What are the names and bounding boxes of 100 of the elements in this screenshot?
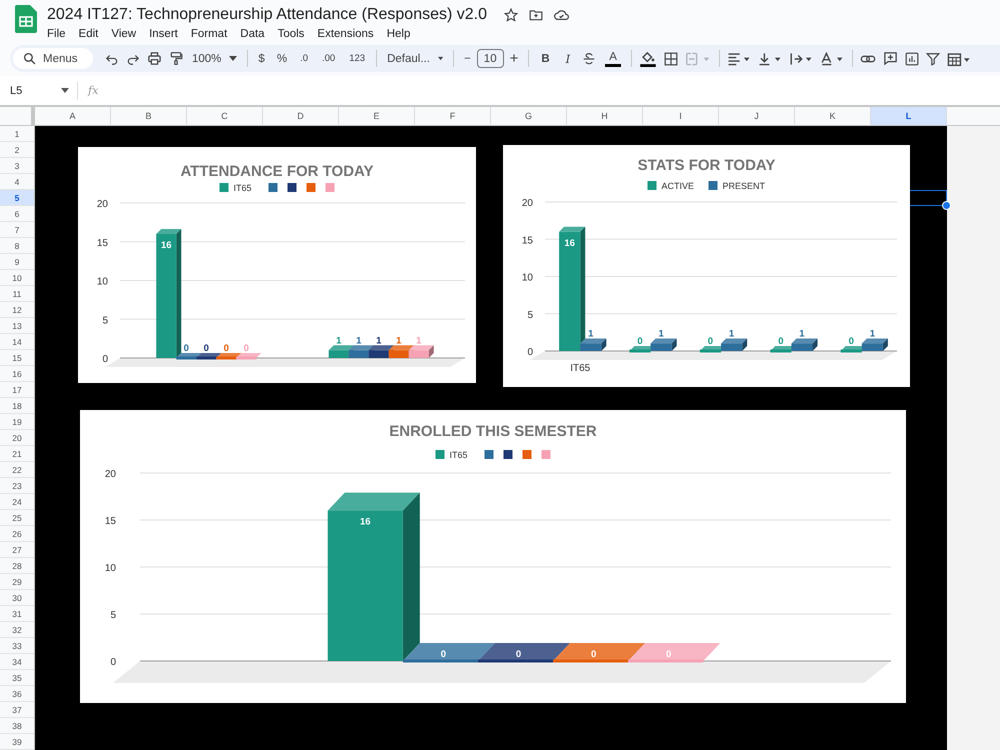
- row-header[interactable]: 7: [0, 222, 34, 238]
- menu-item[interactable]: Format: [190, 28, 228, 40]
- data-label: 0: [666, 649, 672, 660]
- row-header[interactable]: 17: [0, 382, 34, 398]
- currency-format-button[interactable]: $: [252, 48, 271, 70]
- row-header[interactable]: 21: [0, 446, 34, 462]
- increase-font-size-button[interactable]: +: [504, 48, 524, 70]
- font-dropdown[interactable]: Defaul...: [381, 48, 450, 70]
- chart-card[interactable]: ATTENDANCE FOR TODAY IT65 0 5 10 15 20 16 1 0 1 0 1 0 1 0 1: [78, 147, 476, 383]
- row-header[interactable]: 3: [0, 158, 34, 174]
- legend-label: IT65: [450, 450, 468, 460]
- chart-title: ENROLLED THIS SEMESTER: [389, 423, 597, 440]
- row-header[interactable]: 8: [0, 238, 34, 254]
- row-header[interactable]: 6: [0, 206, 34, 222]
- menu-item[interactable]: Edit: [78, 28, 98, 40]
- menu-item[interactable]: File: [47, 28, 66, 40]
- row-header[interactable]: 31: [0, 606, 34, 622]
- row-header[interactable]: 25: [0, 510, 34, 526]
- data-label: 0: [708, 336, 714, 347]
- data-label: 0: [778, 336, 784, 347]
- data-label: 0: [224, 343, 229, 354]
- row-header[interactable]: 14: [0, 334, 34, 350]
- row-header[interactable]: 18: [0, 398, 34, 414]
- data-label: 1: [588, 328, 594, 340]
- chart-card[interactable]: STATS FOR TODAY ACTIVE PRESENT 0 5 10 15 20 16 0 0 0 0 1 1 1 1 1 IT65: [503, 145, 910, 387]
- axis-label: 0: [110, 657, 116, 668]
- row-header[interactable]: 22: [0, 462, 34, 478]
- legend-label: PRESENT: [722, 181, 766, 191]
- row-header[interactable]: 10: [0, 270, 34, 286]
- row-header[interactable]: 24: [0, 494, 34, 510]
- row-header[interactable]: 36: [0, 686, 34, 702]
- row-header[interactable]: 35: [0, 670, 34, 686]
- function-label: fx: [88, 84, 98, 97]
- zoom-dropdown[interactable]: 100%: [186, 48, 244, 70]
- row-header[interactable]: 16: [0, 366, 34, 382]
- percent-format-button[interactable]: %: [270, 48, 294, 70]
- chart-title: STATS FOR TODAY: [638, 157, 776, 174]
- row-header[interactable]: 30: [0, 590, 34, 606]
- row-header[interactable]: 38: [0, 718, 34, 734]
- row-header[interactable]: 5: [0, 190, 34, 206]
- axis-label: 10: [522, 272, 533, 284]
- menu-item[interactable]: Extensions: [317, 28, 374, 40]
- menu-item[interactable]: View: [111, 28, 136, 40]
- document-title[interactable]: 2024 IT127: Technopreneurship Attendance (Responses) v2.0: [47, 6, 487, 24]
- axis-label: 10: [96, 276, 108, 288]
- axis-label: 5: [102, 315, 108, 326]
- decrease-font-size-button[interactable]: −: [458, 48, 477, 70]
- decrease-decimals-button[interactable]: .0: [293, 48, 315, 70]
- italic-button[interactable]: I: [558, 48, 578, 70]
- data-label: 1: [799, 328, 805, 340]
- column-header[interactable]: L: [871, 107, 947, 126]
- menu-item[interactable]: Data: [240, 28, 265, 40]
- row-header[interactable]: 15: [0, 350, 34, 366]
- axis-label: 5: [110, 610, 116, 621]
- row-header[interactable]: 32: [0, 622, 34, 638]
- row-header[interactable]: 37: [0, 702, 34, 718]
- axis-label: 10: [104, 563, 116, 574]
- data-label: 0: [637, 336, 643, 347]
- axis-label: 15: [104, 516, 116, 527]
- axis-label: 15: [522, 235, 533, 246]
- category-label: IT65: [570, 363, 590, 374]
- data-label: 0: [184, 343, 189, 354]
- data-label: 1: [336, 335, 342, 346]
- data-label: 0: [204, 343, 209, 354]
- row-header[interactable]: 13: [0, 318, 34, 334]
- number-format-button[interactable]: 123: [342, 48, 372, 70]
- increase-decimals-button[interactable]: .00: [315, 48, 342, 70]
- data-label: 0: [440, 649, 446, 660]
- row-header[interactable]: 9: [0, 254, 34, 270]
- chart-card[interactable]: ENROLLED THIS SEMESTER IT65 0 5 10 15 20 16 0 0 0 0: [80, 410, 906, 703]
- data-label: 0: [848, 336, 854, 347]
- row-header[interactable]: 26: [0, 526, 34, 542]
- row-header[interactable]: 29: [0, 574, 34, 590]
- search-menus-field[interactable]: Menus: [13, 48, 93, 69]
- row-header[interactable]: 12: [0, 302, 34, 318]
- name-box[interactable]: L5: [0, 82, 78, 100]
- row-header[interactable]: 23: [0, 478, 34, 494]
- data-label: 1: [396, 335, 402, 346]
- axis-label: 20: [96, 199, 108, 210]
- data-label: 1: [416, 335, 422, 346]
- row-header[interactable]: 28: [0, 558, 34, 574]
- data-label: 16: [564, 238, 575, 249]
- menu-item[interactable]: Help: [386, 28, 410, 40]
- bold-button[interactable]: B: [533, 48, 558, 70]
- menu-item[interactable]: Tools: [278, 28, 304, 40]
- row-header[interactable]: 33: [0, 638, 34, 654]
- axis-label: 0: [102, 354, 108, 365]
- row-header[interactable]: 19: [0, 414, 34, 430]
- row-header[interactable]: 1: [0, 126, 34, 142]
- data-label: 0: [244, 343, 249, 354]
- font-size-field[interactable]: 10: [476, 49, 504, 68]
- row-header[interactable]: 11: [0, 286, 34, 302]
- row-header[interactable]: 2: [0, 142, 34, 158]
- row-header[interactable]: 34: [0, 654, 34, 670]
- axis-label: 20: [522, 198, 533, 209]
- row-header[interactable]: 27: [0, 542, 34, 558]
- row-header[interactable]: 20: [0, 430, 34, 446]
- menu-item[interactable]: Insert: [149, 28, 178, 40]
- text-color-button[interactable]: A: [605, 50, 621, 66]
- row-header[interactable]: 39: [0, 734, 34, 750]
